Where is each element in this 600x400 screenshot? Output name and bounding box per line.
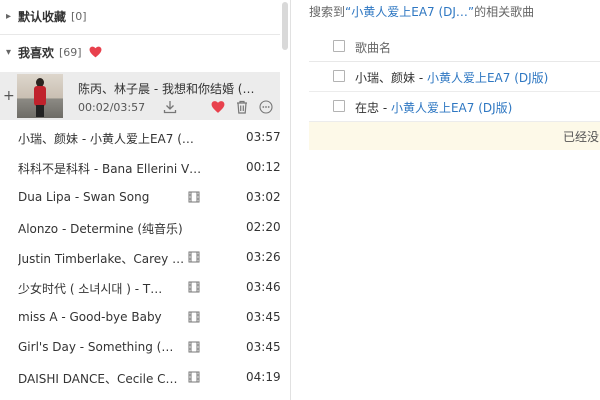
result-row[interactable]: 小瑞、颜妹 - 小黄人爱上EA7 (DJ版) <box>309 62 600 92</box>
song-duration: 03:57 <box>246 130 281 144</box>
song-row[interactable]: Dua Lipa - Swan Song 03:02 <box>0 182 281 212</box>
playlist-scrollbar[interactable] <box>282 2 288 50</box>
liked-songs-title: 我喜欢 <box>18 45 55 60</box>
result-title[interactable]: 小黄人爱上EA7 (DJ版) <box>427 71 548 85</box>
search-results-panel: 搜索到“小黄人爱上EA7 (DJ…”的相关歌曲 歌曲名 小瑞、颜妹 - 小黄人爱… <box>291 0 600 400</box>
song-duration: 03:46 <box>246 280 281 294</box>
end-of-results-notice: 已经没 <box>309 122 600 150</box>
song-title: 少女时代 ( 소녀시대 ) - T… <box>18 282 163 296</box>
add-icon[interactable]: + <box>3 88 15 104</box>
liked-songs-count: [69] <box>59 45 82 59</box>
song-title: Girl's Day - Something (… <box>18 340 174 354</box>
default-favorites-count: [0] <box>71 9 87 23</box>
song-title: miss A - Good-bye Baby <box>18 310 162 324</box>
mv-icon[interactable] <box>188 281 200 293</box>
download-icon[interactable] <box>163 100 177 114</box>
mv-icon[interactable] <box>188 251 200 263</box>
song-duration: 03:26 <box>246 250 281 264</box>
song-duration: 02:20 <box>246 220 281 234</box>
song-row[interactable]: Girl's Day - Something (… 03:45 <box>0 332 281 362</box>
album-cover <box>17 74 63 118</box>
result-row[interactable]: 在忠 - 小黄人爱上EA7 (DJ版) <box>309 92 600 122</box>
song-row[interactable]: DAISHI DANCE、Cecile C… 04:19 <box>0 362 281 392</box>
result-artist: 小瑞、颜妹 - <box>355 71 427 85</box>
now-playing-row[interactable]: + 陈丙、林子晨 - 我想和你结婚 (… 00:02/03:57 <box>0 72 280 120</box>
search-summary: 搜索到“小黄人爱上EA7 (DJ…”的相关歌曲 <box>309 3 534 20</box>
song-title: 科科不是科科 - Bana Ellerini V… <box>18 162 202 176</box>
search-query: “小黄人爱上EA7 (DJ…” <box>345 5 475 19</box>
song-duration: 04:19 <box>246 370 281 384</box>
song-row[interactable]: 少女时代 ( 소녀시대 ) - T… 03:46 <box>0 272 281 302</box>
playlist-panel: ▸ 默认收藏 [0] ▾ 我喜欢 [69] + 陈丙、林子晨 - 我想和你结婚 … <box>0 0 291 400</box>
default-favorites-title: 默认收藏 <box>18 9 67 24</box>
mv-icon[interactable] <box>188 191 200 203</box>
notice-text: 已经没 <box>563 130 600 144</box>
song-row[interactable]: Justin Timberlake、Carey … 03:26 <box>0 242 281 272</box>
song-duration: 03:45 <box>246 340 281 354</box>
result-title[interactable]: 小黄人爱上EA7 (DJ版) <box>391 101 512 115</box>
now-playing-time: 00:02/03:57 <box>78 101 146 114</box>
divider <box>0 34 280 35</box>
song-title: 小瑞、颜妹 - 小黄人爱上EA7 (… <box>18 132 194 146</box>
result-text: 小瑞、颜妹 - 小黄人爱上EA7 (DJ版) <box>355 69 548 86</box>
mv-icon[interactable] <box>188 371 200 383</box>
song-title: DAISHI DANCE、Cecile C… <box>18 372 178 386</box>
song-duration: 03:45 <box>246 310 281 324</box>
mv-icon[interactable] <box>188 341 200 353</box>
song-row[interactable]: 科科不是科科 - Bana Ellerini V… 00:12 <box>0 152 281 182</box>
mv-icon[interactable] <box>188 311 200 323</box>
result-artist: 在忠 - <box>355 101 391 115</box>
default-favorites-header[interactable]: ▸ 默认收藏 [0] <box>0 2 280 30</box>
select-all-checkbox[interactable] <box>333 40 345 52</box>
heart-icon <box>89 46 102 58</box>
song-row[interactable]: Alonzo - Determine (纯音乐) 02:20 <box>0 212 281 242</box>
result-text: 在忠 - 小黄人爱上EA7 (DJ版) <box>355 99 512 116</box>
delete-icon[interactable] <box>235 100 249 114</box>
song-title: Alonzo - Determine (纯音乐) <box>18 222 183 236</box>
result-checkbox[interactable] <box>333 100 345 112</box>
song-name-column-header: 歌曲名 <box>355 41 392 55</box>
liked-songs-header[interactable]: ▾ 我喜欢 [69] <box>0 38 280 66</box>
song-row[interactable]: 小瑞、颜妹 - 小黄人爱上EA7 (… 03:57 <box>0 122 281 152</box>
search-prefix: 搜索到 <box>309 5 346 19</box>
more-icon[interactable] <box>259 100 273 114</box>
song-duration: 00:12 <box>246 160 281 174</box>
results-table-header: 歌曲名 <box>309 30 600 62</box>
song-title: Dua Lipa - Swan Song <box>18 190 150 204</box>
chevron-right-icon: ▸ <box>6 10 12 22</box>
now-playing-title: 陈丙、林子晨 - 我想和你结婚 (… <box>78 82 255 96</box>
chevron-down-icon: ▾ <box>6 46 12 58</box>
search-suffix: 的相关歌曲 <box>474 5 535 19</box>
song-duration: 03:02 <box>246 190 281 204</box>
heart-icon[interactable] <box>211 100 225 114</box>
result-checkbox[interactable] <box>333 70 345 82</box>
song-title: Justin Timberlake、Carey … <box>18 252 185 266</box>
song-row[interactable]: miss A - Good-bye Baby 03:45 <box>0 302 281 332</box>
